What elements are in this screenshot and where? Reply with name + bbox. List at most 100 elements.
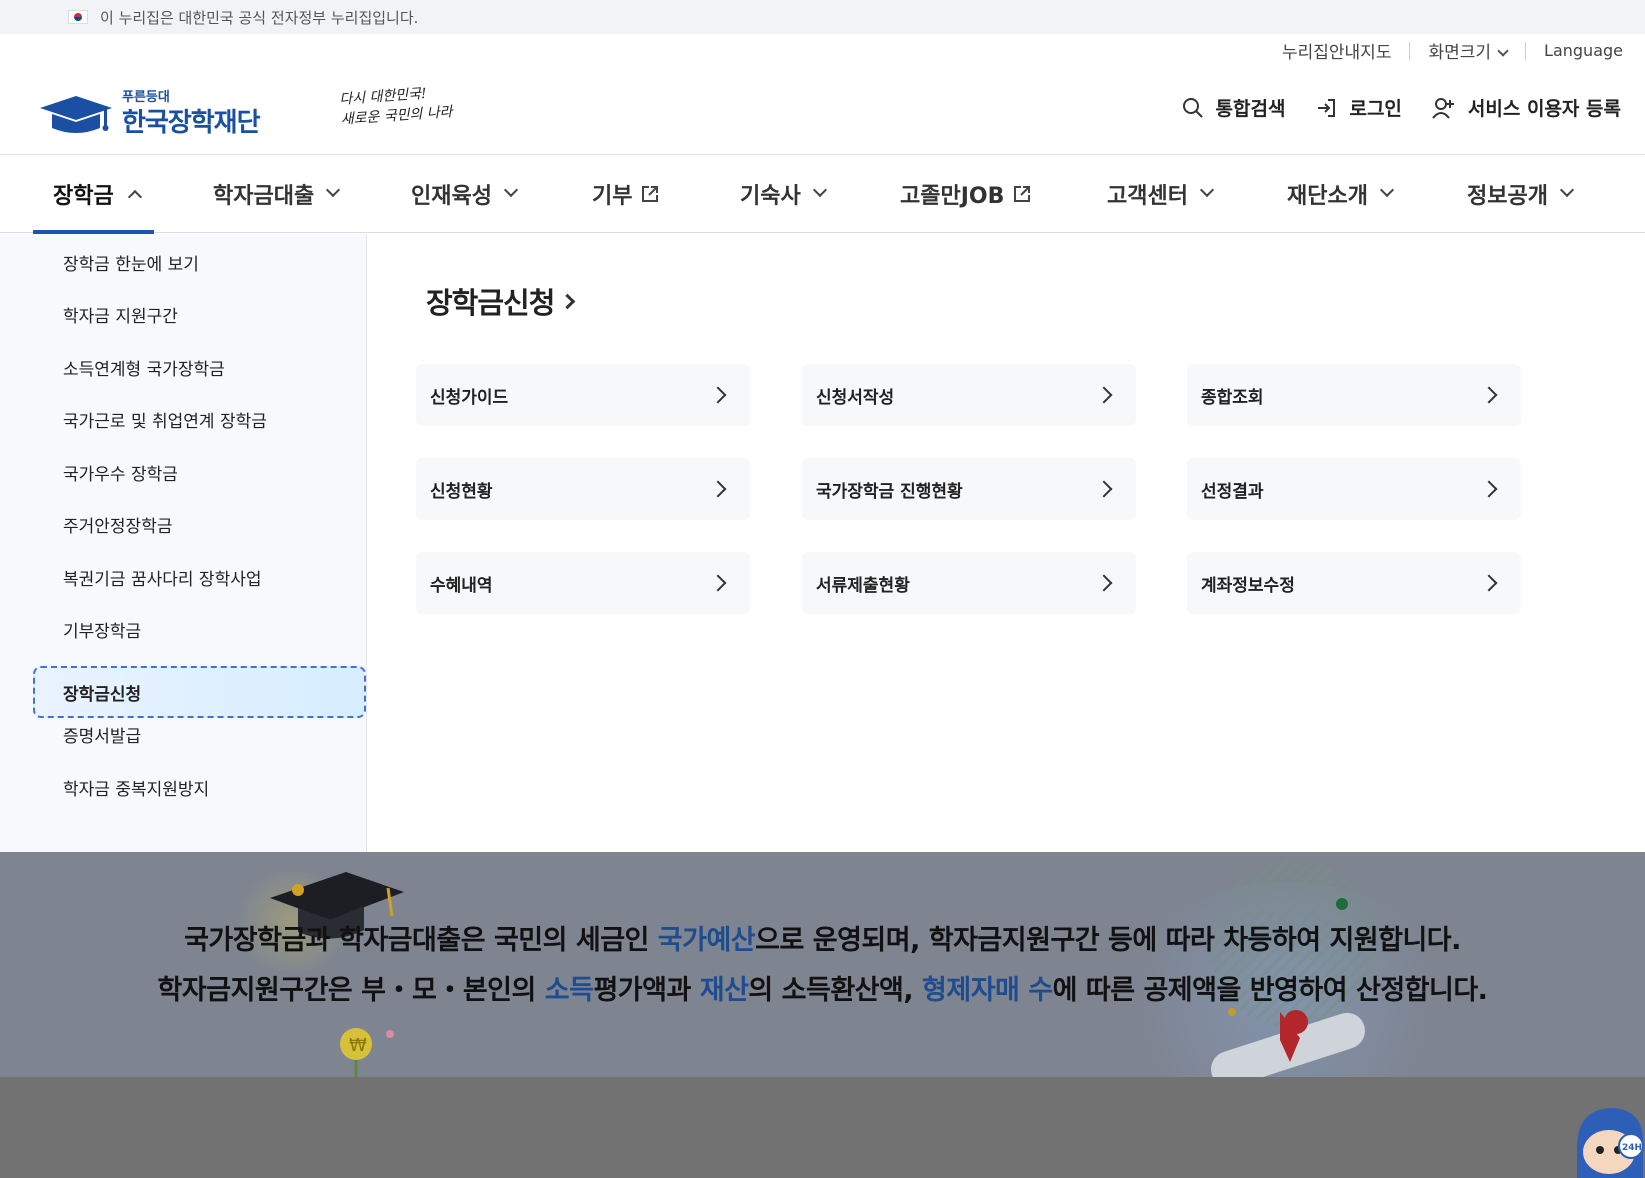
notice-highlight: 소득	[544, 975, 594, 1006]
page-title-text: 장학금신청	[426, 286, 555, 320]
notice-text: 의 소득환산액,	[748, 975, 923, 1006]
gnb-item-loan[interactable]: 학자금대출	[213, 155, 341, 233]
menu-card-label: 신청가이드	[430, 387, 509, 408]
search-label: 통합검색	[1215, 98, 1286, 120]
chevron-right-icon	[1095, 574, 1113, 592]
notice-text: 평가액과	[593, 975, 700, 1006]
notice-text: 국가장학금과 학자금대출은 국민의 세금인	[184, 925, 658, 956]
chevron-up-icon	[127, 189, 142, 205]
menu-card-label: 수혜내역	[430, 575, 493, 596]
coin-plant-icon: ₩	[340, 1028, 394, 1077]
chevron-right-icon	[1480, 574, 1498, 592]
gnb-item-donation[interactable]: 기부	[592, 155, 660, 233]
language-link[interactable]: Language	[1544, 41, 1623, 60]
sidebar-item[interactable]: 국가우수 장학금	[33, 447, 366, 497]
notice-banner: ₩ 국가장학금과 학자금대출은 국민의 세금인 국가예산으로 운영되며, 학자금…	[0, 852, 1645, 1077]
register-button[interactable]: 서비스 이용자 등록	[1432, 94, 1621, 121]
graduation-cap-logo-icon	[40, 96, 112, 133]
menu-card[interactable]: 신청현황	[416, 458, 750, 520]
divider	[1525, 41, 1527, 60]
gnb-item-disclosure[interactable]: 정보공개	[1467, 155, 1575, 233]
global-nav: 장학금 학자금대출 인재육성 기부 기숙사 고졸만JOB 고객센터 재단소개 정…	[0, 155, 1645, 234]
chevron-down-icon	[1497, 45, 1509, 57]
search-button[interactable]: 통합검색	[1182, 94, 1286, 121]
gnb-label: 인재육성	[411, 184, 492, 209]
chatbot-badge: 24H	[1622, 1143, 1642, 1153]
chevron-right-icon	[1095, 386, 1113, 404]
menu-card-label: 신청서작성	[816, 387, 895, 408]
sitemap-link[interactable]: 누리집안내지도	[1282, 38, 1391, 63]
menu-card[interactable]: 종합조회	[1187, 364, 1521, 426]
gnb-item-about[interactable]: 재단소개	[1287, 155, 1395, 233]
chevron-right-icon	[1480, 386, 1498, 404]
user-add-icon	[1432, 97, 1454, 119]
chevron-down-icon	[1199, 182, 1215, 198]
footer-overlay	[0, 1077, 1645, 1178]
menu-card[interactable]: 신청서작성	[802, 364, 1136, 426]
login-label: 로그인	[1349, 98, 1402, 120]
menu-card[interactable]: 계좌정보수정	[1187, 552, 1521, 614]
korea-flag-icon	[68, 10, 88, 24]
gnb-label: 기숙사	[740, 184, 801, 209]
chevron-right-icon	[709, 386, 727, 404]
font-size-label: 화면크기	[1428, 43, 1492, 63]
sidebar: 장학금 한눈에 보기 학자금 지원구간 소득연계형 국가장학금 국가근로 및 취…	[0, 234, 367, 852]
sidebar-item[interactable]: 기부장학금	[33, 604, 366, 654]
external-link-icon	[1014, 186, 1031, 202]
utility-bar: 누리집안내지도 화면크기 Language	[1282, 38, 1623, 63]
menu-card[interactable]: 수혜내역	[416, 552, 750, 614]
menu-card-label: 종합조회	[1201, 387, 1264, 408]
gnb-label: 기부	[592, 184, 633, 209]
chevron-down-icon	[503, 182, 519, 198]
gnb-item-talent[interactable]: 인재육성	[411, 155, 519, 233]
chatbot-button[interactable]: 24H	[1569, 1100, 1645, 1178]
menu-card-label: 계좌정보수정	[1201, 575, 1295, 596]
font-size-dropdown[interactable]: 화면크기	[1428, 38, 1509, 63]
chevron-right-icon	[1480, 480, 1498, 498]
chevron-right-icon	[709, 480, 727, 498]
kosaf-logo[interactable]: 푸른등대 한국장학재단	[38, 84, 278, 138]
gnb-label: 정보공개	[1467, 184, 1548, 209]
login-icon	[1318, 98, 1336, 117]
gov-banner-text: 이 누리집은 대한민국 공식 전자정부 누리집입니다.	[100, 8, 419, 27]
menu-card-label: 선정결과	[1201, 481, 1264, 502]
notice-text: 에 따른 공제액을 반영하여 산정합니다.	[1052, 975, 1488, 1006]
gov-banner: 이 누리집은 대한민국 공식 전자정부 누리집입니다.	[0, 0, 1645, 34]
menu-card-label: 국가장학금 진행현황	[816, 481, 963, 502]
notice-line-1: 국가장학금과 학자금대출은 국민의 세금인 국가예산으로 운영되며, 학자금지원…	[0, 918, 1645, 957]
chevron-down-icon	[1559, 182, 1575, 198]
gnb-item-scholarship[interactable]: 장학금	[33, 155, 154, 234]
gnb-label: 장학금	[53, 184, 114, 209]
sidebar-item[interactable]: 국가근로 및 취업연계 장학금	[33, 394, 366, 444]
sidebar-item[interactable]: 소득연계형 국가장학금	[33, 342, 366, 392]
search-icon	[1182, 97, 1203, 118]
menu-card[interactable]: 신청가이드	[416, 364, 750, 426]
decorative-dot	[1336, 898, 1348, 910]
gnb-item-dormitory[interactable]: 기숙사	[740, 155, 827, 233]
header-actions: 통합검색 로그인 서비스 이용자 등록	[1152, 94, 1621, 121]
sidebar-item[interactable]: 장학금 한눈에 보기	[33, 237, 366, 287]
sidebar-item[interactable]: 학자금 지원구간	[33, 289, 366, 339]
sidebar-item[interactable]: 학자금 중복지원방지	[33, 762, 366, 812]
sidebar-item[interactable]: 복권기금 꿈사다리 장학사업	[33, 552, 366, 602]
sidebar-item[interactable]: 증명서발급	[33, 709, 366, 759]
notice-highlight: 재산	[699, 975, 749, 1006]
gnb-item-customer-center[interactable]: 고객센터	[1107, 155, 1215, 233]
gnb-label: 고객센터	[1107, 184, 1188, 209]
external-link-icon	[642, 186, 659, 202]
divider	[1409, 41, 1411, 60]
gnb-label: 학자금대출	[213, 184, 315, 209]
menu-card[interactable]: 서류제출현황	[802, 552, 1136, 614]
sidebar-item[interactable]: 주거안정장학금	[33, 499, 366, 549]
chevron-right-icon	[1095, 480, 1113, 498]
chevron-down-icon	[1379, 182, 1395, 198]
gnb-item-highschool-job[interactable]: 고졸만JOB	[900, 155, 1032, 233]
login-button[interactable]: 로그인	[1315, 94, 1402, 121]
notice-line-2: 학자금지원구간은 부・모・본인의 소득평가액과 재산의 소득환산액, 형제자매 …	[0, 968, 1645, 1007]
gnb-label: 재단소개	[1287, 184, 1368, 209]
menu-card[interactable]: 국가장학금 진행현황	[802, 458, 1136, 520]
decorative-dot	[1228, 1008, 1236, 1016]
menu-card[interactable]: 선정결과	[1187, 458, 1521, 520]
chevron-down-icon	[326, 182, 341, 198]
slogan: 다시 대한민국! 새로운 국민의 나라	[339, 82, 453, 130]
